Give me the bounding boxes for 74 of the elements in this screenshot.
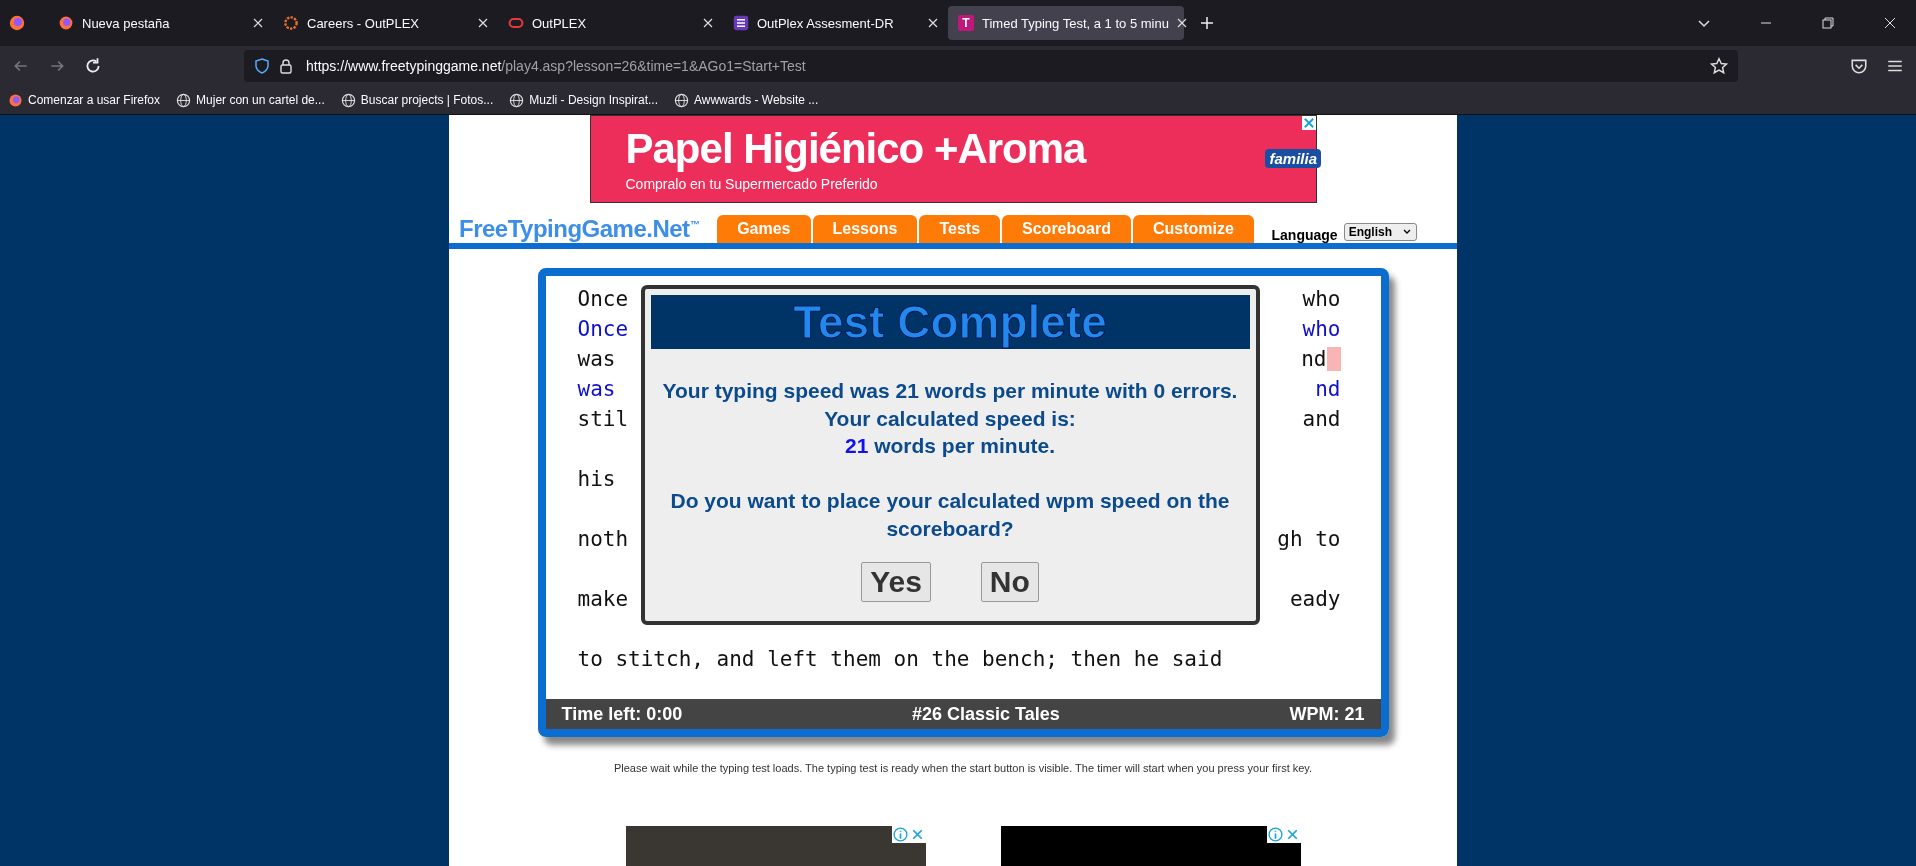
typing-text: and <box>1302 406 1341 434</box>
typing-text: was <box>577 346 616 374</box>
question-text: Do you want to place your calculated wpm speed on the scoreboard? <box>669 488 1231 542</box>
typing-text: make <box>577 586 629 614</box>
result-message: Your typing speed was 21 words per minute with 0 errors. Your calculated speed is: 21 words per minute. <box>661 378 1239 460</box>
typing-text: who <box>1302 316 1341 344</box>
shield-icon <box>254 58 270 74</box>
typing-text: nd <box>1301 344 1341 375</box>
typing-text: to stitch, and left them on the bench; then he said <box>577 646 1223 674</box>
tab-title: OutPlex Assesment-DR <box>757 15 895 31</box>
bookmark-item[interactable]: Awwwards - Website ... <box>674 92 819 108</box>
dialog-button[interactable]: No <box>980 561 1039 602</box>
restore-icon[interactable] <box>1820 15 1836 31</box>
typing-text: who <box>1302 286 1341 314</box>
tab-title: Careers - OutPLEX <box>307 15 420 31</box>
close-icon[interactable] <box>1882 15 1898 31</box>
browser-tab[interactable]: Careers - OutPLEX <box>273 6 498 40</box>
dialog-title: Test Complete <box>650 295 1250 350</box>
tab-title: OutPLEX <box>532 15 588 31</box>
ad-block[interactable] <box>1000 826 1301 866</box>
firefox-icon <box>58 15 74 31</box>
plus-icon[interactable] <box>1200 16 1214 30</box>
bookmark-item[interactable]: Mujer con un cartel de... <box>176 92 325 108</box>
language-select[interactable]: English <box>1343 222 1417 241</box>
close-icon[interactable] <box>703 18 713 28</box>
globe-icon <box>674 92 689 108</box>
typing-text: was <box>577 376 616 404</box>
lesson-title: #26 Classic Tales <box>911 703 1060 725</box>
browser-tab[interactable]: T Timed Typing Test, a 1 to 5 minu <box>948 6 1184 40</box>
close-icon[interactable] <box>1176 18 1187 28</box>
language-label: Language <box>1271 226 1338 243</box>
browser-tab[interactable]: OutPlex Assesment-DR <box>723 6 948 40</box>
typing-text: gh to <box>1277 526 1341 554</box>
url-text: https://www.freetypinggame.net/play4.asp?lesson=26&time=1&AGo1=Start+Test <box>306 58 807 74</box>
firefox-icon[interactable] <box>8 14 26 32</box>
typing-text: stil <box>577 406 629 434</box>
pill-icon <box>508 15 524 31</box>
globe-icon <box>176 92 192 108</box>
globe-icon <box>340 92 356 108</box>
typing-text: Once <box>577 286 629 314</box>
close-icon[interactable] <box>478 18 488 28</box>
close-icon[interactable] <box>253 18 263 28</box>
bookmark-item[interactable]: Buscar projects | Fotos... <box>340 92 494 108</box>
list-icon <box>733 15 749 31</box>
typing-text: Once <box>577 316 629 344</box>
globe-icon <box>509 92 525 108</box>
tab-title: Nueva pestaña <box>82 15 171 31</box>
ad-subline: Compralo en tu Supermercado Preferido <box>625 175 879 192</box>
browser-tab[interactable]: Nueva pestaña <box>48 6 273 40</box>
bookmark-item[interactable]: Muzli - Design Inspirat... <box>509 92 658 108</box>
bookmark-item[interactable]: Comenzar a usar Firefox <box>8 92 161 108</box>
time-left-text: Time left: 0:00 <box>561 703 683 725</box>
ad-headline: Papel Higiénico +Aroma <box>625 125 1086 172</box>
close-icon[interactable] <box>928 18 938 28</box>
lock-icon <box>278 58 294 74</box>
typing-text: his <box>577 466 616 494</box>
site-icon: T <box>958 15 974 31</box>
typing-text: noth <box>577 526 629 554</box>
dialog-button[interactable]: Yes <box>861 561 931 602</box>
info-icon[interactable] <box>1266 826 1284 843</box>
firefox-icon <box>8 92 23 108</box>
brand-logo: familia <box>1265 149 1321 169</box>
tab-title: Timed Typing Test, a 1 to 5 minu <box>982 15 1169 31</box>
info-icon[interactable] <box>891 826 909 843</box>
site-logo[interactable]: FreeTypingGame.Net$^{™}$ <box>459 214 700 243</box>
browser-tab[interactable]: OutPLEX <box>498 6 723 40</box>
typing-text: nd <box>1315 376 1341 404</box>
star-icon[interactable] <box>1710 57 1728 75</box>
wpm-text: WPM: 21 <box>1289 703 1365 725</box>
ad-block[interactable] <box>625 826 926 866</box>
address-bar[interactable]: https://www.freetypinggame.net/play4.asp?lesson=26&time=1&AGo1=Start+Test <box>244 50 1738 82</box>
ring-icon <box>283 15 299 31</box>
loading-note: Please wait while the typing test loads. The typing test is ready when the start button is visible. The timer will start when you press your first key. <box>613 762 1313 774</box>
typing-text: eady <box>1289 586 1341 614</box>
